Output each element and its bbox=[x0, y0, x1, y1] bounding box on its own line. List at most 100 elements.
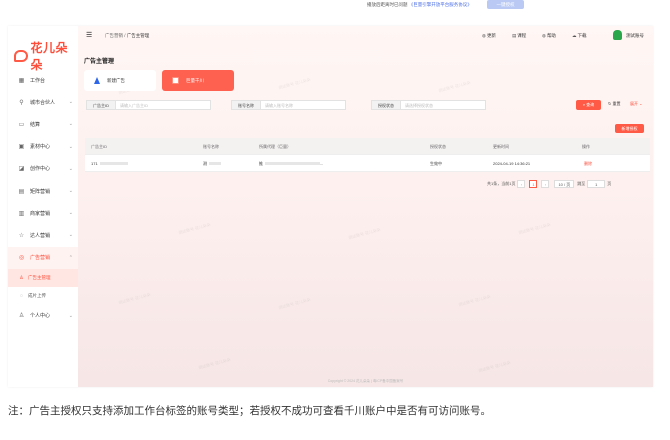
brand-logo[interactable]: 花儿朵朵 bbox=[14, 39, 78, 73]
card-label: 新建广告 bbox=[107, 77, 125, 83]
menu-fold-icon[interactable]: ☰ bbox=[86, 31, 92, 39]
watermark: 测试账号 花儿朵朵 bbox=[457, 293, 492, 308]
column-header: 广告主ID bbox=[91, 144, 107, 149]
settle-icon: ▭ bbox=[18, 121, 25, 128]
sidebar-item-label: 创作中心 bbox=[30, 166, 51, 173]
caption-note: 注：广告主授权只支持添加工作台标签的账号类型；若授权不成功可查看千川账户中是否有… bbox=[8, 405, 491, 417]
watermark: 测试账号 花儿朵朵 bbox=[197, 356, 232, 371]
chevron-down-icon: ⌄ bbox=[68, 188, 73, 195]
watermark: 测试账号 花儿朵朵 bbox=[277, 76, 312, 91]
next-page-button[interactable]: › bbox=[541, 180, 550, 188]
sidebar-item-matrix[interactable]: ▤ 矩阵营销 ⌄ bbox=[8, 180, 78, 202]
expand-label: 展开 bbox=[630, 101, 638, 106]
workbench-icon: ▦ bbox=[18, 77, 25, 84]
column-header: 授权状态 bbox=[430, 144, 446, 149]
avatar[interactable] bbox=[613, 30, 622, 40]
redacted-block bbox=[209, 162, 221, 166]
table-row: 171 测 推... 生效中 2024-04-19 14:36:21 删除 bbox=[85, 155, 650, 172]
account-name-input[interactable]: 请输入账号名称 bbox=[261, 100, 346, 110]
reset-label: 重置 bbox=[612, 101, 621, 106]
query-button[interactable]: ⌕ 查询 bbox=[576, 100, 601, 110]
page-unit-label: 页 bbox=[607, 181, 612, 186]
logo-text: 花儿朵朵 bbox=[30, 41, 69, 72]
auth-status-select[interactable]: 请选择授权状态 bbox=[401, 100, 486, 110]
sidebar-item-label: 商家营销 bbox=[30, 210, 51, 217]
notice-prefix: 播放后距离时已问题 bbox=[367, 2, 408, 7]
sidebar-item-label: 矩阵营销 bbox=[30, 188, 51, 195]
chevron-down-icon: ⌄ bbox=[68, 210, 73, 217]
sidebar-item-creative[interactable]: ◪ 创作中心 ⌄ bbox=[8, 158, 78, 180]
cell-account-name: 测 bbox=[203, 155, 221, 172]
expand-button[interactable]: 展开 ⌄ bbox=[630, 101, 642, 107]
sidebar-item-label: 工作台 bbox=[30, 77, 46, 84]
query-label: 查询 bbox=[586, 102, 595, 107]
qianchuan-card[interactable]: 巨量千川 bbox=[162, 70, 234, 91]
watermark: 测试账号 花儿朵朵 bbox=[177, 221, 212, 236]
add-auth-button[interactable]: 新增授权 bbox=[615, 124, 644, 133]
delete-link[interactable]: 删除 bbox=[584, 155, 592, 172]
column-header: 所属代理（巨量） bbox=[259, 144, 291, 149]
table-header: 广告主ID 账号名称 所属代理（巨量） 授权状态 更新时间 操作 bbox=[85, 138, 650, 155]
sidebar-item-personal[interactable]: ♙ 个人中心 ⌄ bbox=[8, 305, 78, 327]
sidebar-item-workbench[interactable]: ▦ 工作台 bbox=[8, 69, 78, 91]
breadcrumb-root[interactable]: 广告营销 bbox=[105, 33, 123, 38]
sidebar-item-ad-marketing[interactable]: ◎ 广告营销 ⌃ bbox=[8, 246, 78, 269]
filter-label: 授权状态 bbox=[371, 100, 401, 110]
watermark: 测试账号 花儿朵朵 bbox=[347, 226, 382, 241]
team-icon: ▤ bbox=[18, 188, 25, 195]
sidebar-menu: ▦ 工作台 ⚲ 城市合伙人 ⌄ ▭ 结算 ⌄ ▣ 素材中心 ⌄ ◪ 创作中心 ⌄ bbox=[8, 69, 78, 327]
one-click-auth-button[interactable]: 一键授权 bbox=[487, 0, 524, 9]
jump-label: 跳至 bbox=[577, 181, 586, 186]
redacted-block bbox=[99, 162, 128, 166]
app-window: 花儿朵朵 ▦ 工作台 ⚲ 城市合伙人 ⌄ ▭ 结算 ⌄ ▣ 素材中心 ⌄ ◪ 创… bbox=[8, 26, 653, 387]
header-bar: ☰ 广告营销 / 广告主管理 ◍更新 ▤课程 ◍帮助 ☁下载 测试账号 bbox=[78, 26, 653, 46]
column-header: 更新时间 bbox=[493, 144, 509, 149]
sidebar: 花儿朵朵 ▦ 工作台 ⚲ 城市合伙人 ⌄ ▭ 结算 ⌄ ▣ 素材中心 ⌄ ◪ 创… bbox=[8, 26, 78, 387]
notice-text: 播放后距离时已问题 《巨量引擎开放平台服务协议》 bbox=[367, 2, 472, 8]
pagination-total: 共1条，当前1页 bbox=[487, 181, 516, 186]
chevron-down-icon: ⌄ bbox=[68, 232, 73, 239]
material-icon: ▣ bbox=[18, 144, 25, 151]
auth-status-filter: 授权状态 请选择授权状态 bbox=[371, 100, 486, 110]
agreement-link[interactable]: 《巨量引擎开放平台服务协议》 bbox=[409, 2, 472, 7]
cell-text: ... bbox=[320, 161, 324, 166]
sidebar-item-label: 达人营销 bbox=[30, 232, 51, 239]
page-size-select[interactable]: 10 / 页 bbox=[554, 180, 575, 188]
update-button[interactable]: ◍更新 bbox=[482, 33, 496, 39]
sidebar-item-expert[interactable]: ☆ 达人营销 ⌄ bbox=[8, 224, 78, 246]
sidebar-subitem-label: 成片上传 bbox=[28, 292, 46, 298]
course-button[interactable]: ▤课程 bbox=[512, 33, 526, 39]
advertiser-id-input[interactable]: 请输入广告主ID bbox=[116, 100, 211, 110]
sidebar-item-city-partner[interactable]: ⚲ 城市合伙人 ⌄ bbox=[8, 91, 78, 113]
footer-copyright: Copyright © 2024 花儿朵朵 | 粤ICP备中国备案号 bbox=[327, 379, 404, 383]
sidebar-item-label: 个人中心 bbox=[30, 313, 51, 320]
creative-icon: ◪ bbox=[18, 166, 25, 173]
prev-page-button[interactable]: ‹ bbox=[517, 180, 526, 188]
ad-icon: ◎ bbox=[18, 255, 25, 262]
new-ad-card[interactable]: 新建广告 bbox=[84, 70, 156, 91]
jump-input[interactable]: 1 bbox=[587, 180, 606, 188]
download-button[interactable]: ☁下载 bbox=[572, 33, 587, 39]
cell-updated: 2024-04-19 14:36:21 bbox=[493, 161, 531, 166]
reset-button[interactable]: ↻ 重置 bbox=[608, 101, 620, 107]
upload-icon: ◌ bbox=[20, 292, 23, 299]
cell-text: 推 bbox=[259, 161, 263, 166]
sidebar-subitem-upload[interactable]: ◌ 成片上传 bbox=[8, 287, 78, 305]
sidebar-item-settlement[interactable]: ▭ 结算 ⌄ bbox=[8, 113, 78, 135]
advertiser-table: 广告主ID 账号名称 所属代理（巨量） 授权状态 更新时间 操作 171 测 推… bbox=[85, 138, 650, 172]
watermark: 测试账号 花儿朵朵 bbox=[477, 359, 512, 374]
sidebar-subitem-advertiser-mgmt[interactable]: ♙ 广告主管理 bbox=[8, 268, 78, 287]
help-button[interactable]: ◍帮助 bbox=[542, 33, 556, 39]
column-header: 账号名称 bbox=[203, 144, 219, 149]
user-name[interactable]: 测试账号 bbox=[626, 33, 644, 39]
chevron-down-icon: ⌄ bbox=[68, 99, 73, 106]
breadcrumb: 广告营销 / 广告主管理 bbox=[105, 33, 149, 39]
page-number-button[interactable]: 1 bbox=[529, 180, 538, 188]
sidebar-item-material[interactable]: ▣ 素材中心 ⌄ bbox=[8, 136, 78, 158]
course-icon: ▤ bbox=[512, 33, 517, 38]
sidebar-subitem-label: 广告主管理 bbox=[28, 274, 51, 280]
merchant-icon: ▥ bbox=[18, 210, 25, 217]
filter-label: 账号名称 bbox=[231, 100, 261, 110]
sidebar-item-merchant[interactable]: ▥ 商家营销 ⌄ bbox=[8, 202, 78, 224]
pagination: 共1条，当前1页 ‹ 1 › 10 / 页 跳至 1 页 bbox=[487, 180, 611, 188]
